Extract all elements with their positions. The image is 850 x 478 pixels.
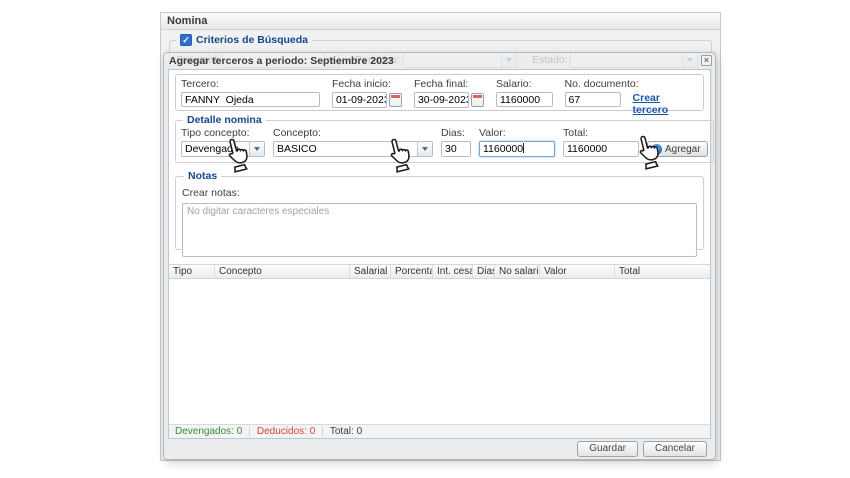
modal-title: Agregar terceros a periodo: Septiembre 2… <box>169 55 394 67</box>
status-divider: | <box>248 426 251 437</box>
documento-input[interactable]: 67 <box>565 92 621 107</box>
crear-notas-label: Crear notas: <box>182 187 240 199</box>
valor-input[interactable]: 1160000 <box>479 141 555 157</box>
column-header-int-cesantias[interactable]: Int. cesanti... <box>433 265 473 278</box>
tipo-concepto-label: Tipo concepto: <box>181 127 265 139</box>
notas-legend: Notas <box>184 170 221 182</box>
total-status: Total: 0 <box>330 426 362 437</box>
tercero-field-group: Tercero: FANNY Ojeda <box>181 78 320 107</box>
panel-title: Nomina <box>161 13 720 30</box>
dias-label: Dias: <box>441 127 471 139</box>
criteria-legend: ✓ Criterios de Búsqueda <box>176 34 312 46</box>
valor-group: Valor: 1160000 <box>479 127 555 157</box>
column-header-salarial[interactable]: Salarial <box>350 265 391 278</box>
modal-footer: Guardar Cancelar <box>164 438 715 459</box>
notas-textarea[interactable]: No digitar caracteres especiales <box>182 203 697 257</box>
criteria-legend-label: Criterios de Búsqueda <box>196 34 308 46</box>
grid-status-bar: Devengados: 0 | Deducidos: 0 | Total: 0 <box>169 424 710 438</box>
fecha-inicio-input[interactable]: 01-09-2023 <box>332 92 387 108</box>
column-header-total[interactable]: Total <box>615 265 710 278</box>
calendar-icon[interactable] <box>471 93 484 107</box>
tercero-label: Tercero: <box>181 78 320 90</box>
column-header-tipo[interactable]: Tipo <box>169 265 215 278</box>
tercero-input[interactable]: FANNY Ojeda <box>181 92 320 107</box>
valor-label: Valor: <box>479 127 555 139</box>
agregar-button-label: Agregar <box>665 144 701 155</box>
salario-label: Salario: <box>496 78 553 90</box>
total-input[interactable]: 1160000 <box>563 141 639 157</box>
concepto-dropdown-trigger[interactable] <box>417 142 432 156</box>
crear-tercero-link[interactable]: Crear tercero <box>633 92 698 116</box>
notas-fieldset: Notas Crear notas: No digitar caracteres… <box>175 170 704 250</box>
fecha-final-label: Fecha final: <box>414 78 484 90</box>
documento-field-group: No. documento: 67 <box>565 78 621 107</box>
calendar-icon[interactable] <box>389 93 402 107</box>
column-header-valor[interactable]: Valor <box>540 265 615 278</box>
guardar-button-label: Guardar <box>589 443 626 454</box>
dias-group: Dias: 30 <box>441 127 471 157</box>
chevron-down-icon <box>422 147 428 151</box>
agregar-terceros-modal: Agregar terceros a periodo: Septiembre 2… <box>163 52 716 460</box>
cancelar-button-label: Cancelar <box>655 443 695 454</box>
fecha-final-field-group: Fecha final: 30-09-2023 <box>414 78 484 107</box>
grid-body-empty <box>169 279 710 424</box>
grid-header-row: Tipo Concepto Salarial Porcentaje Int. c… <box>169 265 710 279</box>
fecha-inicio-field-group: Fecha inicio: 01-09-2023 <box>332 78 402 107</box>
crear-tercero-group: Crear tercero <box>633 78 698 107</box>
column-header-concepto[interactable]: Concepto <box>215 265 350 278</box>
dias-input[interactable]: 30 <box>441 141 471 157</box>
documento-label: No. documento: <box>565 78 621 90</box>
fecha-final-input[interactable]: 30-09-2023 <box>414 92 469 108</box>
column-header-dias[interactable]: Dias <box>473 265 495 278</box>
conceptos-grid: Tipo Concepto Salarial Porcentaje Int. c… <box>169 264 710 438</box>
chevron-down-icon <box>254 147 260 151</box>
salario-input[interactable]: 1160000 <box>496 92 553 107</box>
guardar-button[interactable]: Guardar <box>577 441 638 457</box>
tercero-section: Tercero: FANNY Ojeda Fecha inicio: 01-09… <box>175 74 704 111</box>
column-header-no-salarial[interactable]: No salarial <box>495 265 540 278</box>
screen: Nomina ✓ Criterios de Búsqueda Sucursal:… <box>0 0 850 478</box>
deducidos-status: Deducidos: 0 <box>257 426 315 437</box>
salario-field-group: Salario: 1160000 <box>496 78 553 107</box>
total-group: Total: 1160000 <box>563 127 639 157</box>
modal-body: Tercero: FANNY Ojeda Fecha inicio: 01-09… <box>168 69 711 439</box>
modal-title-bar[interactable]: Agregar terceros a periodo: Septiembre 2… <box>164 53 715 68</box>
devengados-status: Devengados: 0 <box>175 426 242 437</box>
detalle-nomina-legend: Detalle nomina <box>183 114 266 126</box>
cancelar-button[interactable]: Cancelar <box>643 441 707 457</box>
criteria-checkbox-checked-icon[interactable]: ✓ <box>180 34 192 46</box>
status-divider: | <box>321 426 324 437</box>
column-header-porcentaje[interactable]: Porcentaje <box>391 265 433 278</box>
fecha-inicio-label: Fecha inicio: <box>332 78 402 90</box>
close-icon[interactable]: × <box>701 55 712 66</box>
